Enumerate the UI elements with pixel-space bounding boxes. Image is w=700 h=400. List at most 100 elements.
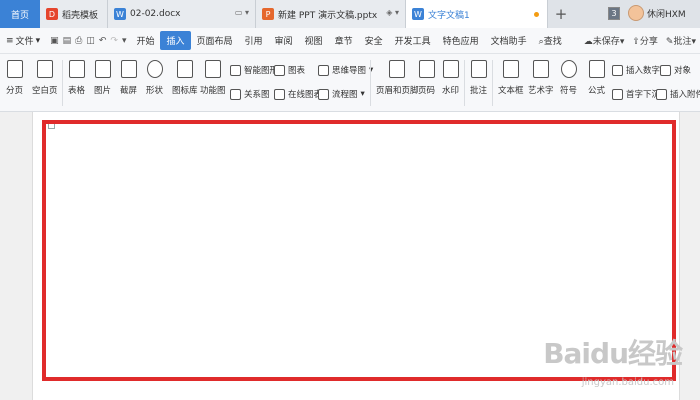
tab-daoke-template[interactable]: D 稻壳模板 <box>40 0 108 28</box>
insert-number-button[interactable]: 插入数字 <box>612 64 660 76</box>
pi-icon <box>588 60 605 78</box>
export-pdf-icon[interactable]: ▤ <box>63 36 72 46</box>
file-menu[interactable]: ≡ 文件 ▾ <box>0 34 46 48</box>
hamburger-icon: ≡ <box>6 35 14 46</box>
chevron-down-icon: ▾ <box>35 35 41 46</box>
relation-chart-button[interactable]: 关系图 <box>230 88 270 100</box>
function-chart-button[interactable]: 功能图 <box>200 60 226 96</box>
menu-section[interactable]: 章节 <box>329 31 359 50</box>
menu-start[interactable]: 开始 <box>130 31 160 50</box>
divider <box>62 60 63 106</box>
page-number-icon <box>418 60 435 78</box>
insert-attachment-button[interactable]: 插入附件 <box>656 88 700 100</box>
watermark-button[interactable]: 水印 <box>442 60 459 96</box>
menu-review[interactable]: 审阅 <box>269 31 299 50</box>
mind-map-button[interactable]: 思维导图 ▾ <box>318 64 373 76</box>
unsaved-status-button[interactable]: ☁未保存▾ <box>584 34 625 47</box>
daoke-logo-icon: D <box>46 8 58 20</box>
shapes-icon <box>146 60 163 78</box>
share-button[interactable]: ⇪分享 <box>632 34 658 47</box>
insert-ribbon: 分页 空白页 表格 图片 截屏 形状 图标库 功能图 智能图形 图表 思维导图 ▾… <box>0 54 700 112</box>
menu-doc-assistant[interactable]: 文档助手 <box>485 31 533 50</box>
blank-page-button[interactable]: 空白页 <box>32 60 58 96</box>
print-preview-icon[interactable]: ◫ <box>86 36 95 46</box>
chart-button[interactable]: 图表 <box>274 64 305 76</box>
smart-art-icon <box>230 64 241 76</box>
home-tab[interactable]: 首页 <box>0 0 40 28</box>
window-count-badge[interactable]: 3 <box>608 7 620 20</box>
redo-icon[interactable]: ↷ <box>110 36 118 46</box>
text-box-icon <box>502 60 519 78</box>
word-art-button[interactable]: 艺术字 <box>528 60 554 96</box>
formula-button[interactable]: 公式 <box>588 60 605 96</box>
table-icon <box>68 60 85 78</box>
icon-library-button[interactable]: 图标库 <box>172 60 198 96</box>
menu-view[interactable]: 视图 <box>299 31 329 50</box>
tab-label: 稻壳模板 <box>62 10 99 21</box>
pin-icon[interactable]: ▭ ▾ <box>235 8 249 17</box>
online-chart-icon <box>274 88 285 100</box>
omega-icon <box>560 60 577 78</box>
avatar <box>628 5 644 21</box>
unsaved-dot-icon <box>534 12 539 17</box>
page-break-icon <box>6 60 23 78</box>
print-icon[interactable]: ⎙ <box>75 36 82 46</box>
drop-cap-icon <box>612 88 623 100</box>
comment-button[interactable]: ✎批注▾ <box>666 34 696 47</box>
menu-developer[interactable]: 开发工具 <box>389 31 437 50</box>
mind-map-icon <box>318 64 329 76</box>
chart-icon <box>274 64 285 76</box>
flowchart-icon <box>318 88 329 100</box>
search-button[interactable]: ⌕查找 <box>533 31 568 50</box>
tab-pptx-file[interactable]: P 新建 PPT 演示文稿.pptx ◈ ▾ <box>256 0 406 28</box>
menu-page-layout[interactable]: 页面布局 <box>191 31 239 50</box>
divider <box>492 60 493 106</box>
word-art-icon <box>532 60 549 78</box>
flowchart-button[interactable]: 流程图 ▾ <box>318 88 365 100</box>
shield-icon[interactable]: ◈ ▾ <box>386 8 399 17</box>
menu-right-actions: ☁未保存▾ ⇪分享 ✎批注▾ <box>584 34 696 47</box>
menu-security[interactable]: 安全 <box>359 31 389 50</box>
function-chart-icon <box>204 60 221 78</box>
online-chart-button[interactable]: 在线图表 <box>274 88 322 100</box>
drop-cap-button[interactable]: 首字下沉 <box>612 88 660 100</box>
text-box-button[interactable]: 文本框 <box>498 60 524 96</box>
picture-button[interactable]: 图片 <box>94 60 111 96</box>
object-icon <box>660 64 671 76</box>
save-icon[interactable]: ▣ <box>50 36 59 46</box>
blank-page-icon <box>36 60 53 78</box>
undo-icon[interactable]: ↶ <box>99 36 107 46</box>
comment-icon <box>470 60 487 78</box>
tab-active-document[interactable]: W 文字文稿1 <box>406 0 548 28</box>
ppt-doc-icon: P <box>262 8 274 20</box>
object-button[interactable]: 对象 <box>660 64 691 76</box>
screenshot-button[interactable]: 截屏 <box>120 60 137 96</box>
page-number-button[interactable]: 页码 <box>418 60 435 96</box>
divider <box>464 60 465 106</box>
picture-icon <box>94 60 111 78</box>
share-icon: ⇪ <box>632 37 640 47</box>
icon-library-icon <box>176 60 193 78</box>
header-footer-icon <box>389 60 406 78</box>
shapes-button[interactable]: 形状 <box>146 60 163 96</box>
new-tab-button[interactable]: + <box>548 0 574 28</box>
menu-references[interactable]: 引用 <box>239 31 269 50</box>
user-account[interactable]: 休闲HXM <box>628 5 686 21</box>
tab-label: 02-02.docx <box>130 9 181 19</box>
menu-features[interactable]: 特色应用 <box>437 31 485 50</box>
symbol-button[interactable]: 符号 <box>560 60 577 96</box>
header-footer-button[interactable]: 页眉和页脚 <box>376 60 419 96</box>
chevron-down-icon[interactable]: ▾ <box>122 36 127 46</box>
tab-docx-file[interactable]: W 02-02.docx ▭ ▾ <box>108 0 256 28</box>
file-menu-label: 文件 <box>15 37 34 47</box>
watermark-brand: Baidu经验 <box>543 337 683 370</box>
watermark-url: jingyan.baidu.com <box>581 377 674 388</box>
table-button[interactable]: 表格 <box>68 60 85 96</box>
insert-number-icon <box>612 64 623 76</box>
page-break-button[interactable]: 分页 <box>6 60 23 96</box>
comment-insert-button[interactable]: 批注 <box>470 60 487 96</box>
menu-insert[interactable]: 插入 <box>160 31 191 50</box>
paperclip-icon <box>656 88 667 100</box>
username: 休闲HXM <box>647 9 686 20</box>
smart-art-button[interactable]: 智能图形 <box>230 64 278 76</box>
